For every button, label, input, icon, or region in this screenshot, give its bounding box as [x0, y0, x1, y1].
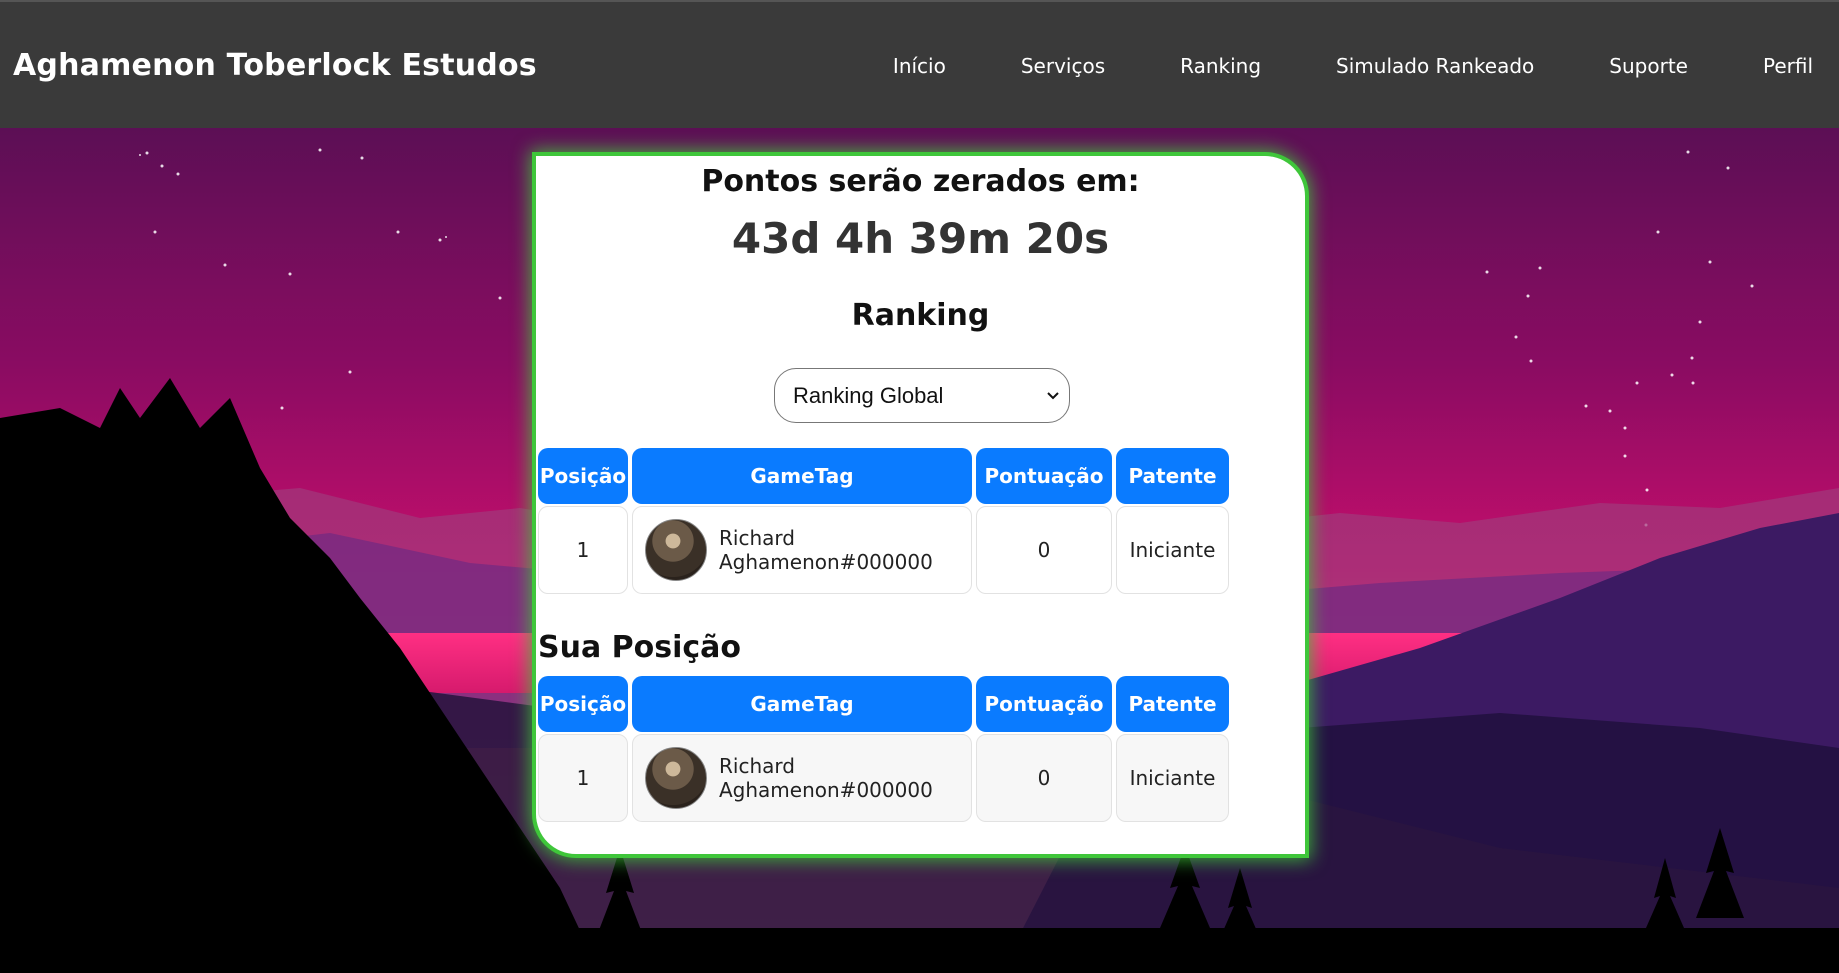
header-gametag[interactable]: GameTag — [632, 676, 972, 732]
ranking-card: Pontos serão zerados em: 43d 4h 39m 20s … — [536, 156, 1305, 854]
header-posicao[interactable]: Posição — [538, 448, 628, 504]
gametag-text: Richard Aghamenon#000000 — [719, 754, 933, 802]
reset-countdown-label: Pontos serão zerados em: — [701, 164, 1140, 199]
row1-gametag[interactable]: Richard Aghamenon#000000 — [632, 506, 972, 594]
site-brand[interactable]: Aghamenon Toberlock Estudos — [13, 48, 537, 83]
nav-link-servicos[interactable]: Serviços — [1021, 54, 1105, 78]
your-position-table: Posição GameTag Pontuação Patente 1 Rich… — [538, 676, 1303, 826]
row1-score: 0 — [976, 506, 1112, 594]
countdown-timer: 43d 4h 39m 20s — [731, 214, 1110, 263]
my-row-position: 1 — [538, 734, 628, 822]
your-position-heading: Sua Posição — [538, 630, 742, 665]
ranking-type-select[interactable]: Ranking Global — [774, 368, 1070, 423]
my-row-score: 0 — [976, 734, 1112, 822]
chevron-down-icon — [1043, 383, 1063, 407]
nav-link-inicio[interactable]: Início — [893, 54, 946, 78]
header-pontuacao[interactable]: Pontuação — [976, 448, 1112, 504]
header-patente[interactable]: Patente — [1116, 448, 1229, 504]
ranking-type-selected: Ranking Global — [793, 382, 944, 408]
my-row-gametag[interactable]: Richard Aghamenon#000000 — [632, 734, 972, 822]
ranking-heading: Ranking — [851, 298, 990, 333]
header-posicao[interactable]: Posição — [538, 676, 628, 732]
header-patente[interactable]: Patente — [1116, 676, 1229, 732]
nav-link-perfil[interactable]: Perfil — [1763, 54, 1813, 78]
row1-rank: Iniciante — [1116, 506, 1229, 594]
nav-links: Início Serviços Ranking Simulado Rankead… — [818, 54, 1813, 78]
nav-link-ranking[interactable]: Ranking — [1180, 54, 1261, 78]
top-navbar: Aghamenon Toberlock Estudos Início Servi… — [0, 0, 1839, 128]
gametag-text: Richard Aghamenon#000000 — [719, 526, 933, 574]
nav-link-suporte[interactable]: Suporte — [1609, 54, 1688, 78]
nav-link-simulado-rankeado[interactable]: Simulado Rankeado — [1336, 54, 1534, 78]
my-row-rank: Iniciante — [1116, 734, 1229, 822]
avatar — [645, 747, 707, 809]
avatar — [645, 519, 707, 581]
header-gametag[interactable]: GameTag — [632, 448, 972, 504]
ranking-table: Posição GameTag Pontuação Patente 1 Rich… — [538, 448, 1303, 598]
header-pontuacao[interactable]: Pontuação — [976, 676, 1112, 732]
row1-position: 1 — [538, 506, 628, 594]
